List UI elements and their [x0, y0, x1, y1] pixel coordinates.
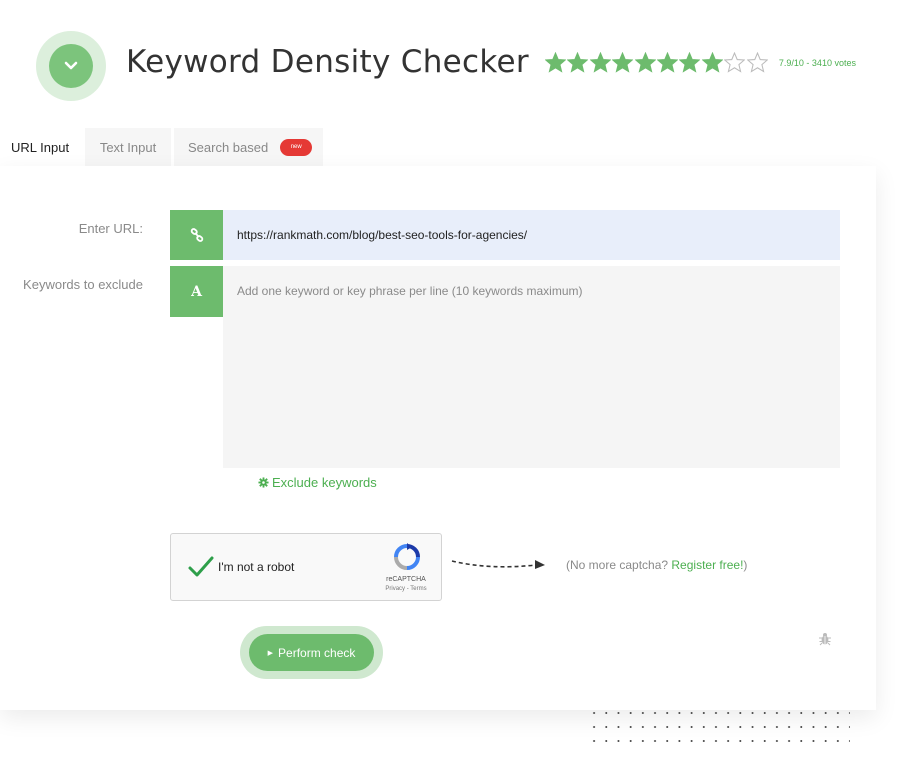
register-link[interactable]: Register free! [671, 558, 743, 572]
captcha-note-prefix: (No more captcha? [566, 558, 672, 572]
logo [36, 31, 106, 101]
tab-search-label: Search based [188, 139, 269, 155]
dashed-arrow-icon [451, 560, 545, 569]
rating-text: 7.9/10 - 3410 votes [778, 57, 856, 68]
captcha-label: I'm not a robot [218, 560, 295, 574]
star-filled-icon[interactable] [612, 52, 634, 73]
star-filled-icon[interactable] [656, 52, 678, 73]
star-empty-icon[interactable] [746, 52, 768, 73]
star-filled-icon[interactable] [634, 52, 656, 73]
exclude-keywords-link[interactable]: Exclude keywords [258, 475, 377, 490]
recaptcha-widget: I'm not a robot reCAPTCHA Privacy - Term… [170, 533, 442, 601]
page-title: Keyword Density Checker [126, 44, 529, 80]
recaptcha-privacy-terms[interactable]: Privacy - Terms [371, 586, 441, 592]
new-badge: new [280, 138, 313, 156]
captcha-note-suffix: ) [743, 558, 748, 572]
perform-check-button[interactable]: ▶ Perform check [249, 634, 374, 671]
url-label: Enter URL: [78, 221, 143, 236]
tab-search-based[interactable]: Search based new [174, 128, 323, 166]
perform-check-label: Perform check [278, 645, 356, 660]
captcha-note: (No more captcha? Register free!) [566, 558, 747, 572]
chevron-down-icon [49, 44, 93, 88]
url-input[interactable] [223, 210, 840, 260]
bug-report-icon[interactable] [819, 632, 831, 646]
link-icon [170, 210, 223, 260]
form-card: Enter URL: Keywords to exclude A Exclude… [0, 166, 876, 710]
recaptcha-logo-icon [394, 543, 420, 570]
star-filled-icon[interactable] [589, 52, 611, 73]
star-filled-icon[interactable] [545, 52, 566, 73]
keywords-label: Keywords to exclude [23, 277, 143, 292]
tab-url-input[interactable]: URL Input [0, 128, 82, 166]
letter-a-icon: A [170, 266, 223, 317]
checkmark-icon[interactable] [187, 555, 215, 579]
star-filled-icon[interactable] [567, 52, 589, 73]
play-icon: ▶ [267, 649, 274, 657]
star-filled-icon[interactable] [679, 52, 701, 73]
input-tabs: URL Input Text Input Search based new [0, 128, 323, 166]
gear-icon [258, 477, 269, 488]
star-empty-icon[interactable] [724, 52, 746, 73]
recaptcha-brand: reCAPTCHA [386, 576, 426, 583]
decorative-dot-grid [588, 706, 850, 750]
keywords-textarea[interactable] [223, 266, 840, 468]
rating-widget: 7.9/10 - 3410 votes [545, 52, 856, 73]
star-filled-icon[interactable] [701, 52, 723, 73]
exclude-keywords-label: Exclude keywords [272, 475, 377, 490]
tab-text-input[interactable]: Text Input [85, 128, 171, 166]
